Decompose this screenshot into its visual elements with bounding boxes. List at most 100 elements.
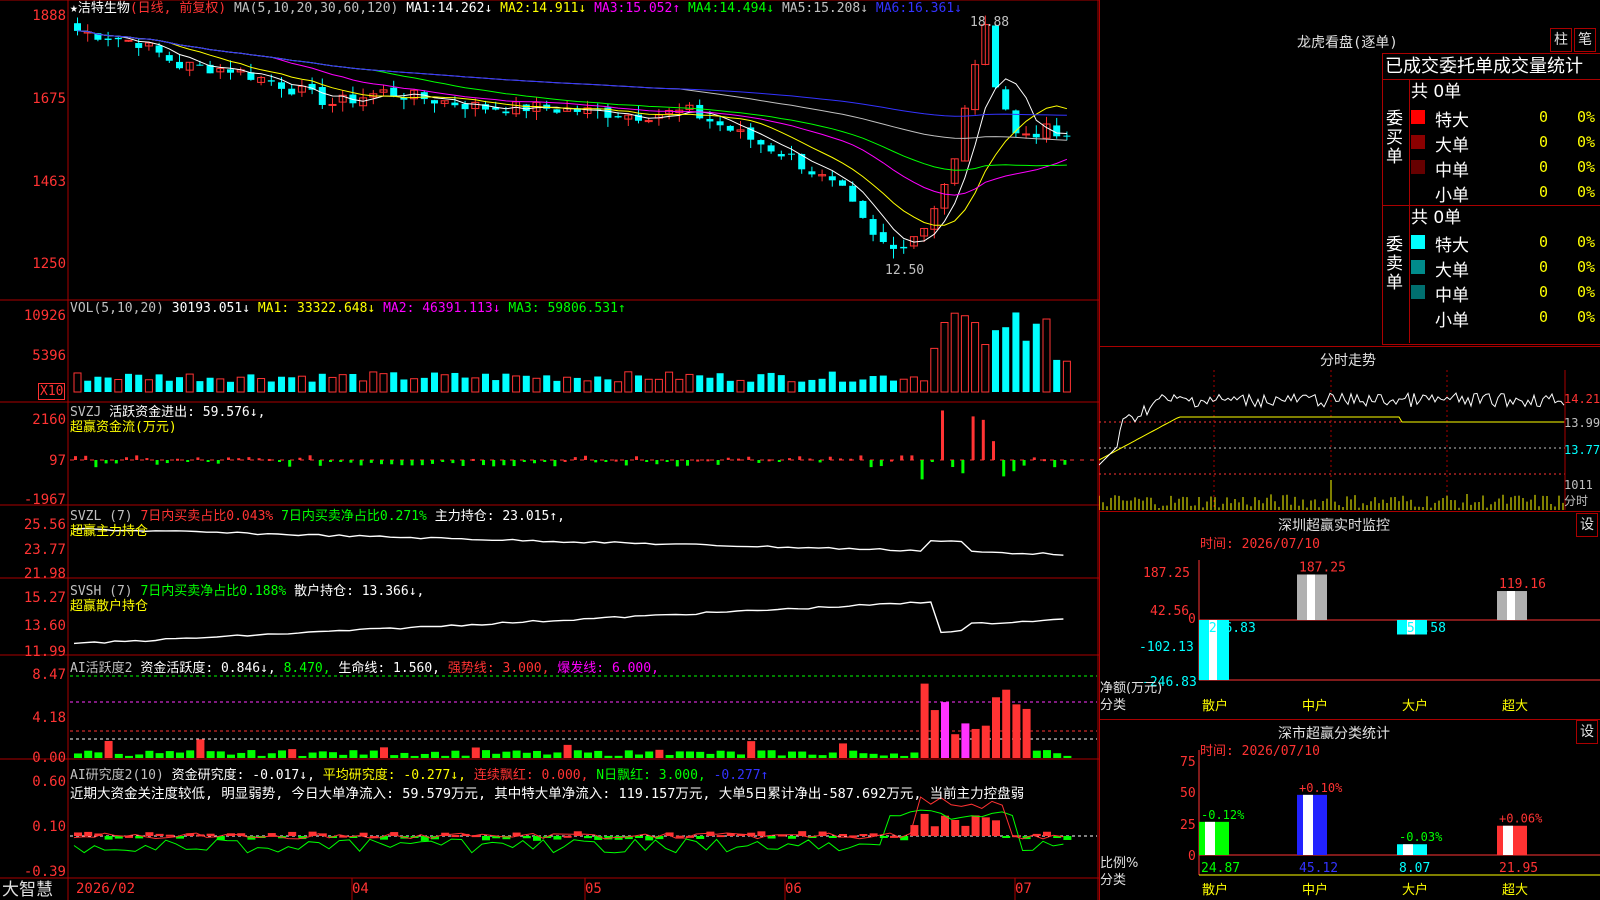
- order-percent: 0%: [1577, 283, 1596, 301]
- active-bar: [716, 750, 725, 758]
- ai-research-axis-label: -0.39: [23, 864, 66, 880]
- volume-bar: [930, 347, 939, 393]
- active-bar: [553, 752, 562, 758]
- research-bar: [267, 833, 276, 836]
- flow-bar: [981, 419, 985, 460]
- buy-orders-label: 委买单: [1386, 109, 1403, 167]
- flow-bar: [869, 460, 873, 468]
- order-row-sell: 大单 0 0%: [1411, 256, 1600, 281]
- research-bar: [788, 836, 796, 839]
- volume-bar: [420, 377, 428, 392]
- order-row-sell: 小单 0 0%: [1411, 306, 1600, 331]
- active-bar: [380, 747, 388, 758]
- svzl-axis-label: 23.77: [23, 542, 66, 558]
- active-bar: [1012, 704, 1021, 758]
- active-bar: [471, 747, 480, 758]
- ai-research-t5: -0.277↑: [713, 768, 769, 783]
- ai-active-t1: 资金活跃度: 0.846↓,: [140, 661, 276, 676]
- ma-line: [77, 30, 1068, 226]
- main-chart-area[interactable]: [0, 0, 1100, 900]
- volume-bar: [594, 376, 602, 392]
- volume-bar: [522, 375, 530, 392]
- volume-bar: [604, 379, 612, 392]
- active-bar: [563, 744, 572, 758]
- vol-ma3: MA3: 59806.531↑: [508, 301, 626, 316]
- flow-bar: [522, 460, 526, 462]
- volume-bar: [839, 381, 846, 392]
- volume-bar: [644, 378, 653, 393]
- order-percent: 0%: [1577, 183, 1596, 201]
- research-bar: [930, 826, 939, 836]
- research-bar: [584, 836, 592, 839]
- active-bar: [492, 753, 501, 758]
- volume-bar: [981, 344, 990, 393]
- flow-bar: [573, 457, 577, 460]
- app-logo: 大智慧: [2, 880, 53, 900]
- intraday-chart[interactable]: [1099, 370, 1600, 510]
- vol-axis-label: 5396: [32, 348, 66, 364]
- volume-bar: [512, 375, 521, 393]
- classify-change-label: +0.10%: [1299, 781, 1343, 795]
- research-bar: [839, 833, 847, 836]
- flow-bar: [635, 456, 638, 460]
- flow-bar: [1022, 460, 1026, 466]
- volume-bar: [920, 380, 929, 393]
- volume-bar: [236, 376, 245, 393]
- flow-bar: [145, 458, 149, 461]
- flow-bar: [655, 460, 659, 465]
- flow-bar: [339, 460, 343, 462]
- active-bar: [543, 754, 552, 758]
- active-bar: [828, 752, 837, 758]
- flow-bar: [74, 456, 77, 460]
- volume-bar: [859, 379, 867, 392]
- flow-bar: [737, 458, 740, 461]
- monitor-settings-button[interactable]: 设: [1576, 513, 1598, 537]
- research-bar: [155, 833, 164, 836]
- flow-bar: [941, 410, 944, 460]
- research-bar: [675, 835, 684, 838]
- date-axis-label: 05: [585, 881, 602, 897]
- candle-body: [879, 232, 887, 242]
- volume-bar: [257, 378, 266, 393]
- flow-bar: [930, 460, 934, 462]
- classify-change-label: +0.06%: [1499, 812, 1543, 826]
- color-swatch: [1411, 110, 1425, 124]
- ma3-name: MA3:: [594, 1, 626, 16]
- intraday-title: 分时走势: [1320, 353, 1376, 369]
- volume-bar: [502, 373, 510, 392]
- color-swatch: [1411, 135, 1425, 149]
- monitor-value-label: 187.25: [1299, 560, 1346, 575]
- active-bar: [206, 751, 215, 758]
- ai-active-axis-label: 0.00: [32, 750, 66, 766]
- tick-mode-button[interactable]: 笔: [1574, 28, 1596, 52]
- candle-body: [135, 43, 143, 48]
- flow-bar: [441, 460, 445, 462]
- svsh-axis-label: 13.60: [23, 618, 66, 634]
- volume-bar: [635, 375, 642, 392]
- volume-bar: [1042, 318, 1051, 393]
- bar-mode-button[interactable]: 柱: [1550, 28, 1572, 52]
- ma2-value: 14.911↓: [531, 1, 587, 16]
- flow-bar: [726, 457, 730, 460]
- ai-research-t4: N日飘红: 3.000,: [596, 768, 706, 783]
- flow-bar: [645, 460, 649, 462]
- active-bar: [247, 750, 256, 758]
- flow-bar: [410, 460, 414, 466]
- volume-bar: [73, 372, 82, 393]
- order-count: 0: [1539, 133, 1549, 151]
- flow-bar: [1053, 460, 1057, 468]
- order-count: 0: [1539, 258, 1549, 276]
- candle-body: [431, 100, 438, 104]
- order-count: 0: [1539, 158, 1549, 176]
- stock-name: 洁特生物: [77, 1, 130, 16]
- svzl-t1: 7日内买卖占比0.043%: [140, 509, 274, 524]
- ai-research-header: AI研究度2(10) 资金研究度: -0.017↓, 平均研究度: -0.277…: [70, 768, 768, 783]
- flow-bar: [349, 460, 353, 463]
- classify-settings-button[interactable]: 设: [1576, 720, 1598, 744]
- classify-change-label: -0.12%: [1201, 808, 1245, 822]
- flow-bar: [533, 460, 536, 464]
- flow-bar: [849, 458, 853, 461]
- volume-bar: [440, 374, 449, 393]
- color-swatch: [1411, 310, 1425, 324]
- volume-bar: [706, 377, 714, 392]
